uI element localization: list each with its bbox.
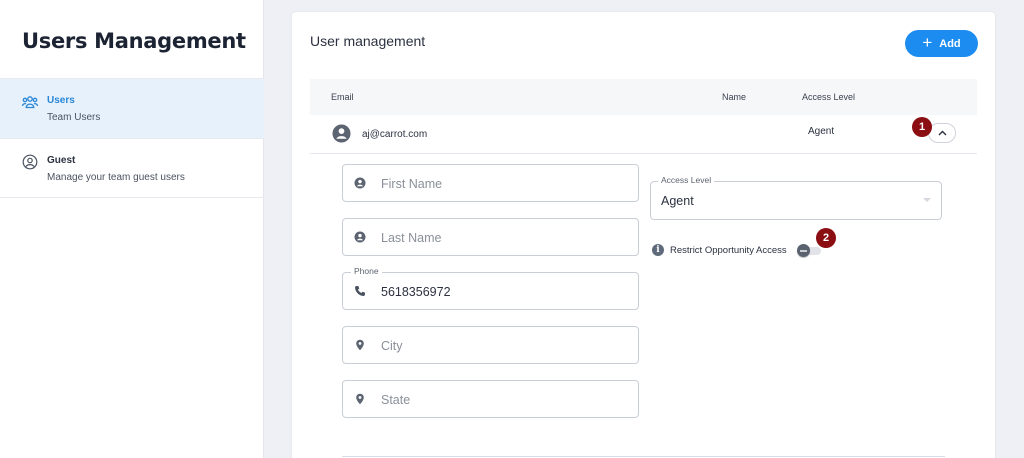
add-button-label: Add: [939, 37, 961, 50]
city-placeholder: City: [381, 339, 403, 353]
location-pin-icon: [356, 339, 364, 351]
sidebar: Users Management Users Team Users Guest …: [0, 0, 264, 458]
plus-icon: +: [922, 33, 933, 52]
toggle-knob: [796, 244, 810, 257]
phone-field[interactable]: Phone 5618356972: [342, 266, 639, 310]
state-field[interactable]: State: [342, 380, 639, 418]
restrict-opportunity-label: Restrict Opportunity Access: [670, 244, 787, 256]
table-header: Email Name Access Level: [310, 79, 977, 115]
annotation-marker-1: 1: [912, 117, 932, 137]
sidebar-item-label: Users: [47, 95, 75, 106]
phone-value: 5618356972: [381, 285, 451, 299]
row-access-level: Agent: [808, 126, 835, 137]
first-name-field[interactable]: First Name: [342, 164, 639, 202]
info-icon: i: [652, 244, 664, 256]
city-field[interactable]: City: [342, 326, 639, 364]
row-email: aj@carrot.com: [362, 129, 428, 140]
phone-icon: [355, 286, 365, 296]
column-header-name: Name: [722, 92, 747, 102]
sidebar-item-sublabel: Manage your team guest users: [47, 172, 185, 183]
annotation-marker-2: 2: [816, 228, 836, 248]
users-card: User management + Add Email Name Access …: [292, 12, 995, 458]
user-circle-icon: [22, 154, 38, 170]
chevron-up-icon: [938, 130, 946, 136]
location-pin-icon: [356, 393, 364, 405]
divider: [342, 456, 945, 457]
add-user-button[interactable]: + Add: [905, 30, 978, 57]
state-placeholder: State: [381, 393, 411, 407]
collapse-row-button[interactable]: [928, 123, 956, 143]
table-row[interactable]: aj@carrot.com Agent: [310, 115, 977, 154]
column-header-access-level: Access Level: [802, 92, 856, 102]
page-title: User management: [310, 33, 426, 49]
avatar-icon: [332, 124, 351, 143]
column-header-email: Email: [331, 92, 354, 102]
user-icon: [354, 231, 366, 243]
users-icon: [22, 96, 38, 109]
sidebar-item-users[interactable]: Users Team Users: [0, 78, 264, 138]
phone-label: Phone: [351, 266, 382, 276]
access-level-label: Access Level: [658, 175, 715, 185]
sidebar-item-sublabel: Team Users: [47, 112, 101, 123]
sidebar-item-guest[interactable]: Guest Manage your team guest users: [0, 138, 264, 198]
chevron-down-icon: [923, 198, 931, 202]
restrict-opportunity-toggle[interactable]: [796, 244, 821, 257]
last-name-field[interactable]: Last Name: [342, 218, 639, 256]
access-level-select[interactable]: Access Level Agent: [650, 175, 942, 220]
first-name-placeholder: First Name: [381, 177, 443, 191]
user-icon: [354, 177, 366, 189]
sidebar-title: Users Management: [22, 29, 246, 53]
sidebar-item-label: Guest: [47, 155, 76, 166]
access-level-value: Agent: [661, 194, 694, 208]
last-name-placeholder: Last Name: [381, 231, 442, 245]
restrict-opportunity-row: i Restrict Opportunity Access: [652, 241, 821, 259]
